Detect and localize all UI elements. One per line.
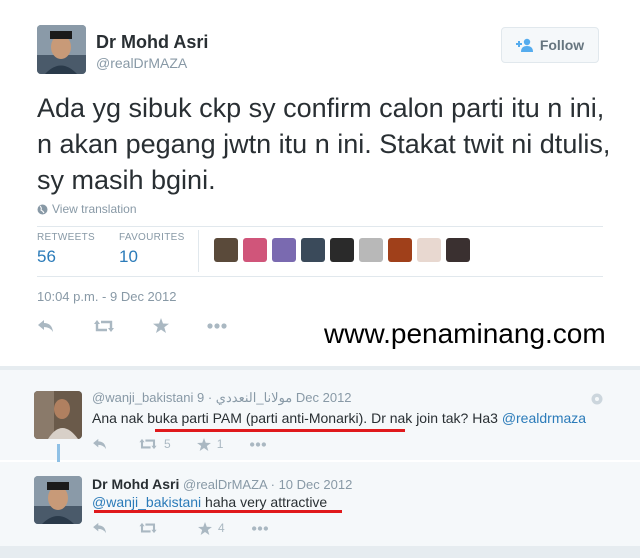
tweet-actions	[37, 318, 227, 333]
follow-label: Follow	[539, 37, 585, 53]
stats-divider-top	[37, 226, 603, 227]
stats-divider-bottom	[37, 276, 603, 277]
reply-icon[interactable]	[92, 438, 108, 450]
favourites-count: 10	[119, 247, 138, 266]
favourite-star-icon	[198, 521, 212, 535]
retweet-count: 5	[164, 437, 171, 451]
reply-header: Dr Mohd Asri @realDrMAZA · 10 Dec 2012	[92, 476, 352, 492]
gear-icon[interactable]	[591, 392, 603, 405]
favouriter-avatar[interactable]	[446, 238, 470, 262]
favourite-star-icon	[196, 437, 211, 451]
favourite-count: 1	[216, 437, 224, 451]
reply-author-name[interactable]: Dr Mohd Asri	[92, 476, 179, 492]
favourite-button[interactable]: 1	[196, 437, 224, 451]
reply-mention[interactable]: @wanji_bakistani	[92, 494, 201, 510]
add-user-icon	[515, 38, 534, 52]
favourites-stat[interactable]: FAVOURITES 10	[119, 232, 185, 267]
reply-actions: 4	[92, 521, 269, 535]
reply-icon[interactable]	[37, 319, 55, 333]
reply-actions: 5 1	[92, 437, 267, 451]
reply-text-body: Ana nak buka parti PAM (parti anti-Monar…	[92, 410, 502, 426]
favouriter-avatar[interactable]	[272, 238, 296, 262]
main-tweet: Dr Mohd Asri @realDrMAZA Follow Ada yg s…	[0, 0, 640, 360]
stats-vertical-divider	[198, 230, 199, 272]
globe-icon	[37, 204, 48, 215]
favourites-label: FAVOURITES	[119, 232, 185, 243]
reply-separator: ·	[204, 390, 213, 405]
favouriter-avatar[interactable]	[417, 238, 441, 262]
reply-date[interactable]: 10 Dec 2012	[279, 477, 353, 492]
retweet-button[interactable]	[138, 522, 164, 534]
retweet-button[interactable]: 5	[138, 437, 171, 451]
retweets-label: RETWEETS	[37, 232, 95, 243]
view-translation-link[interactable]: View translation	[37, 202, 137, 216]
reply-text: Ana nak buka parti PAM (parti anti-Monar…	[92, 410, 586, 426]
favouriter-avatar[interactable]	[243, 238, 267, 262]
reply-avatar[interactable]	[34, 476, 82, 524]
reply-text: @wanji_bakistani haha very attractive	[92, 494, 327, 510]
reply-icon[interactable]	[92, 522, 108, 534]
follow-button[interactable]: Follow	[501, 27, 599, 63]
reply-mention[interactable]: @realdrmaza	[502, 410, 586, 426]
tweet-timestamp[interactable]: 10:04 p.m. - 9 Dec 2012	[37, 289, 176, 304]
favourite-count: 4	[218, 521, 225, 535]
retweet-icon[interactable]	[93, 319, 115, 333]
retweets-stat[interactable]: RETWEETS 56	[37, 232, 95, 267]
reply-avatar[interactable]	[34, 391, 82, 439]
bottom-divider	[0, 546, 640, 558]
retweets-count: 56	[37, 247, 56, 266]
reply-handle[interactable]: @wanji_bakistani	[92, 390, 193, 405]
more-icon[interactable]	[207, 322, 227, 329]
reply-separator: ·	[270, 477, 279, 492]
more-icon[interactable]	[251, 525, 269, 531]
reply-display-name[interactable]: مولانا_النعددي	[216, 390, 292, 405]
favouriter-avatar[interactable]	[301, 238, 325, 262]
more-icon[interactable]	[249, 441, 267, 447]
favouriter-avatar[interactable]	[214, 238, 238, 262]
red-underline-annotation	[155, 429, 405, 432]
favouriter-avatar[interactable]	[388, 238, 412, 262]
favourite-star-icon[interactable]	[153, 318, 169, 333]
author-avatar[interactable]	[37, 25, 86, 74]
tweet-text: Ada yg sibuk ckp sy confirm calon parti …	[37, 93, 611, 195]
favouriter-avatars	[214, 238, 470, 262]
favourite-button[interactable]: 4	[198, 521, 225, 535]
red-underline-annotation	[94, 510, 342, 513]
retweet-icon	[138, 438, 158, 450]
reply-header: @wanji_bakistani مولانا_النعددي · 9 Dec …	[92, 390, 352, 406]
watermark-text: www.penaminang.com	[324, 318, 606, 349]
reply-handle[interactable]: @realDrMAZA	[183, 477, 267, 492]
author-name[interactable]: Dr Mohd Asri	[96, 32, 208, 53]
retweet-icon	[138, 522, 158, 534]
reply-text-body: haha very attractive	[201, 494, 328, 510]
favouriter-avatar[interactable]	[330, 238, 354, 262]
favouriter-avatar[interactable]	[359, 238, 383, 262]
author-handle[interactable]: @realDrMAZA	[96, 55, 187, 71]
view-translation-label: View translation	[52, 202, 137, 216]
